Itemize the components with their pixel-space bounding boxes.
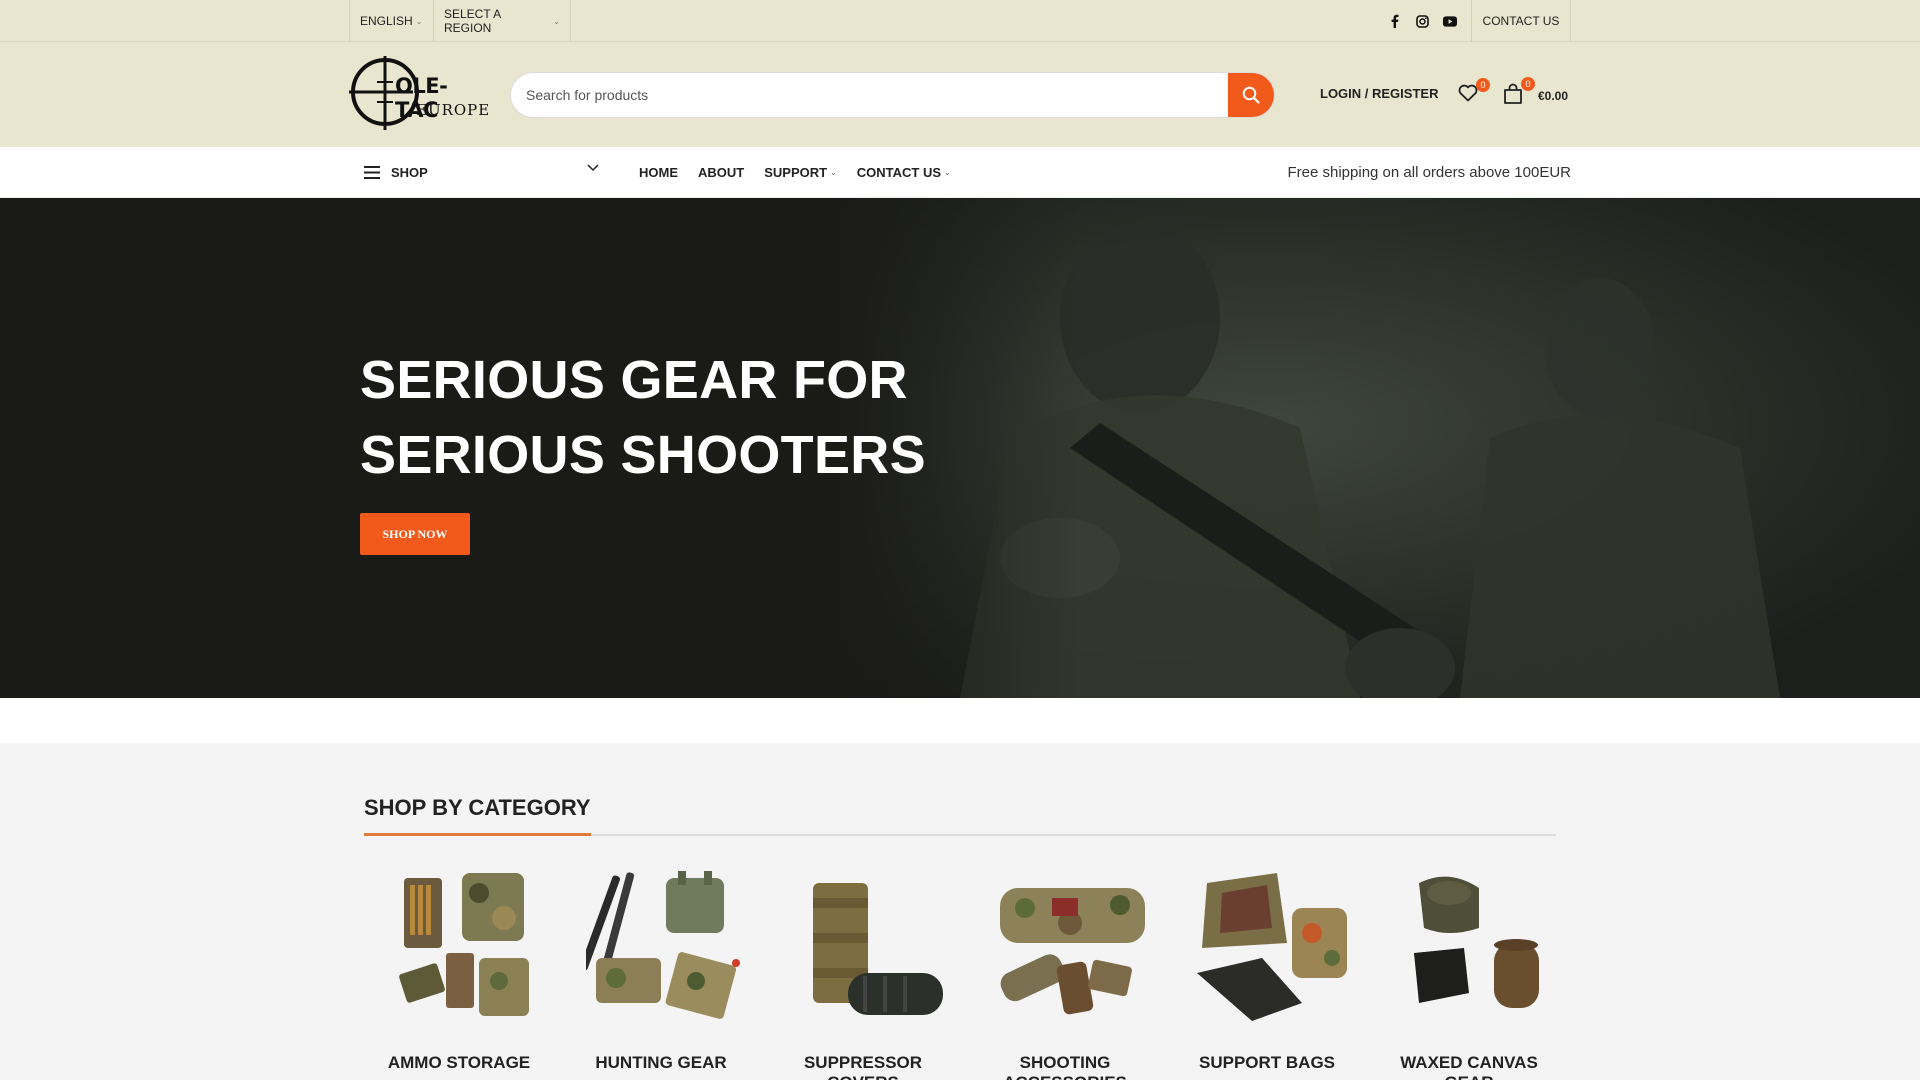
top-contact-label: CONTACT US (1482, 14, 1560, 28)
logo-subtext: EUROPE (416, 101, 491, 119)
wishlist-button[interactable]: 0 (1458, 78, 1490, 106)
nav-link-support[interactable]: SUPPORT ⌄ (764, 165, 837, 180)
category-image (813, 883, 943, 1015)
category-label: AMMO STORAGE (387, 1053, 531, 1072)
region-selector[interactable]: SELECT A REGION ⌄ (433, 0, 571, 42)
search-icon (1242, 86, 1260, 104)
category-shooting-accessories[interactable]: SHOOTING ACCESSORIES (970, 863, 1160, 1080)
wishlist-count-badge: 0 (1476, 78, 1490, 92)
shop-by-category-section: SHOP BY CATEGORY AMMO STORAGE HUNTING GE… (0, 743, 1920, 1080)
shopping-bag-icon (1504, 83, 1522, 104)
cart-count-badge: 0 (1521, 77, 1535, 91)
section-title: SHOP BY CATEGORY (364, 795, 591, 820)
nav-link-label: HOME (639, 165, 678, 180)
search-button[interactable] (1228, 73, 1274, 117)
chevron-down-icon: ⌄ (553, 16, 560, 26)
search-input[interactable] (511, 73, 1231, 117)
top-bar: ENGLISH ⌄ SELECT A REGION ⌄ CONTACT US (0, 0, 1920, 42)
nav-link-contact[interactable]: CONTACT US ⌄ (857, 165, 951, 180)
nav-link-label: ABOUT (698, 165, 745, 180)
main-navigation: SHOP HOME ABOUT SUPPORT ⌄ CONTACT US ⌄ Fre… (0, 147, 1920, 198)
language-selector[interactable]: ENGLISH ⌄ (349, 0, 433, 42)
category-label: WAXED CANVAS GEAR (1400, 1053, 1538, 1080)
category-image (1414, 876, 1539, 1008)
top-contact-link[interactable]: CONTACT US (1471, 0, 1571, 42)
region-label: SELECT A REGION (444, 7, 501, 35)
shop-menu-label: SHOP (391, 165, 428, 180)
category-support-bags[interactable]: SUPPORT BAGS (1172, 863, 1362, 1080)
category-label: HUNTING GEAR (595, 1053, 727, 1072)
hero-title-line: SERIOUS SHOOTERS (360, 425, 926, 485)
language-label: ENGLISH (360, 14, 413, 28)
category-image (1000, 888, 1145, 1015)
login-register-link[interactable]: LOGIN / REGISTER (1320, 86, 1438, 101)
site-logo[interactable]: OLE-TAC EUROPE (349, 56, 489, 134)
nav-link-label: CONTACT US (856, 165, 942, 180)
instagram-icon[interactable] (1415, 14, 1429, 28)
chevron-down-icon (587, 164, 599, 172)
hamburger-icon (364, 166, 380, 179)
category-label: SUPPORT BAGS (1198, 1053, 1336, 1072)
site-header: OLE-TAC EUROPE LOGIN / REGISTER 0 0 €0.0… (0, 42, 1920, 147)
heart-icon (1458, 84, 1478, 102)
hero-title: SERIOUS GEAR FOR SERIOUS SHOOTERS (360, 343, 926, 493)
shop-categories-menu[interactable]: SHOP (349, 147, 611, 198)
nav-link-label: SUPPORT (764, 165, 828, 180)
hero-banner: SERIOUS GEAR FOR SERIOUS SHOOTERS SHOP N… (0, 198, 1920, 698)
category-image (1197, 873, 1347, 1021)
category-image (586, 871, 740, 1019)
shop-now-button[interactable]: SHOP NOW (360, 513, 470, 555)
chevron-down-icon: ⌄ (830, 168, 837, 177)
shipping-notice: Free shipping on all orders above 100EUR (1287, 164, 1572, 181)
category-suppressor-covers[interactable]: SUPPRESSOR COVERS (768, 863, 958, 1080)
category-ammo-storage[interactable]: AMMO STORAGE (364, 863, 554, 1080)
cart-button[interactable]: 0 (1503, 77, 1535, 107)
social-links (1387, 0, 1471, 42)
cart-total[interactable]: €0.00 (1538, 89, 1568, 103)
category-hunting-gear[interactable]: HUNTING GEAR (566, 863, 756, 1080)
category-grid: AMMO STORAGE HUNTING GEAR SUPPRESSOR COV… (364, 863, 1556, 1080)
category-label: SHOOTING ACCESSORIES (1003, 1053, 1127, 1080)
nav-link-about[interactable]: ABOUT (698, 165, 744, 180)
facebook-icon[interactable] (1387, 14, 1401, 28)
youtube-icon[interactable] (1443, 14, 1457, 28)
section-spacer (0, 698, 1920, 743)
title-underline (364, 833, 591, 836)
chevron-down-icon: ⌄ (415, 16, 423, 26)
nav-link-home[interactable]: HOME (639, 165, 678, 180)
category-waxed-canvas-gear[interactable]: WAXED CANVAS GEAR (1374, 863, 1564, 1080)
category-image (399, 873, 529, 1016)
search-bar (510, 72, 1275, 118)
category-label: SUPPRESSOR COVERS (803, 1053, 923, 1080)
nav-links: HOME ABOUT SUPPORT ⌄ CONTACT US ⌄ (639, 147, 951, 198)
hero-title-line: SERIOUS GEAR FOR (360, 350, 908, 410)
chevron-down-icon: ⌄ (944, 168, 951, 177)
